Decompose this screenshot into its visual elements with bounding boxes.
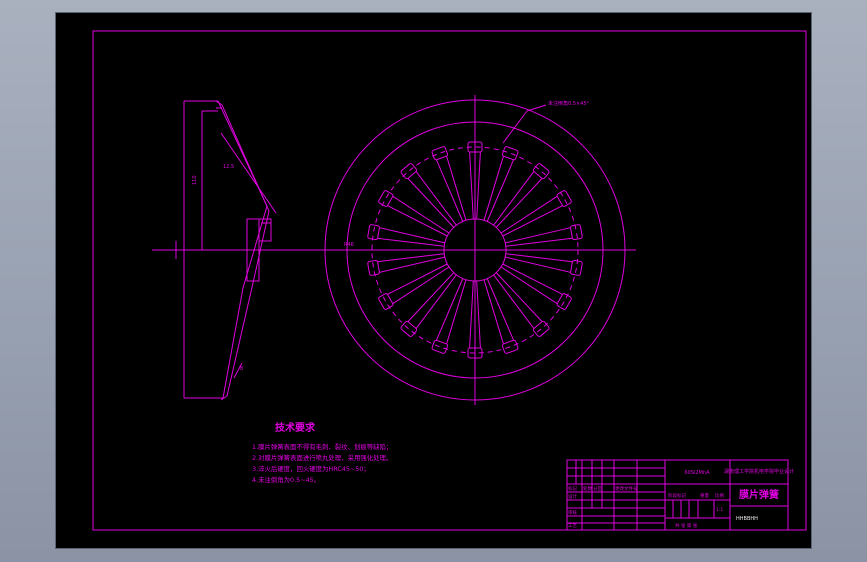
finger-edge [469,280,474,348]
slot-window [431,339,449,354]
tech-req-item-1: 1.膜片弹簧表面不得有毛刺、裂纹、划痕等缺陷； [252,442,392,451]
finger-edge [377,253,445,263]
slot-window [400,320,418,337]
slot-window [400,163,418,180]
slot-window [532,163,550,180]
finger-edge [476,280,481,348]
finger-edge [415,171,457,226]
cad-drawing-canvas: 12.5 110 8 未注倒角0.5×45° R46 技术要求 1.膜片弹簧表面… [92,30,807,531]
finger-edge [500,195,558,234]
title-block: 标记 处数 分区 更改文件号 设计 审核 工艺 60Si2MnA 阶段标记 重量… [566,459,794,531]
tb-mark: 标记 [568,485,577,492]
tb-process: 工艺 [568,523,577,529]
tech-req-title: 技术要求 [275,421,316,434]
finger-edge [436,159,464,222]
slot-window [570,259,583,276]
slot-window [556,190,572,207]
tb-stage-mark: 阶段标记 [668,492,686,499]
side-dim-2: 110 [192,175,198,185]
finger-edge [493,171,535,226]
slot-window [378,190,394,207]
tb-drawing-number: HHBBHH [736,516,758,522]
tb-zone: 分区 [593,485,602,492]
finger-edge [486,159,514,222]
tech-req-item-2: 2.对膜片弹簧表面进行喷丸处理，采用强化处理。 [252,453,392,462]
tb-weight: 重量 [700,492,709,499]
tb-change-doc: 更改文件号 [615,485,638,492]
finger-edge [446,279,467,344]
finger-edge [493,274,535,329]
tb-school: 湖南理工学院机电学院毕业设计 [724,468,794,475]
finger-edge [500,266,558,305]
tb-sheet: 共 张 第 张 [675,522,698,529]
side-view: 12.5 110 8 [152,100,346,401]
finger-edge [505,253,573,263]
side-dim-1: 12.5 [223,164,234,170]
front-view: 未注倒角0.5×45° R46 [317,95,636,405]
tb-count: 处数 [583,485,592,492]
finger-edge [476,152,481,220]
tb-part-name: 膜片弹簧 [739,488,779,501]
finger-edge [415,274,457,329]
slot-window [501,339,519,354]
finger-edge [392,195,450,234]
finger-edge [483,156,504,221]
drawing-sheet: 12.5 110 8 未注倒角0.5×45° R46 技术要求 1.膜片弹簧表面… [56,13,811,548]
finger-edge [436,278,464,341]
technical-requirements: 技术要求 1.膜片弹簧表面不得有毛刺、裂纹、划痕等缺陷； 2.对膜片弹簧表面进行… [252,421,392,484]
finger-edge [446,156,467,221]
slot-window [431,146,449,161]
tb-scale-value: 1:1 [716,507,723,513]
leader-label: 未注倒角0.5×45° [548,100,590,107]
tech-req-item-3: 3.淬火后硬度，回火硬度为HRC45~50； [252,464,370,473]
tb-checker: 审核 [568,509,577,516]
finger-edge [469,152,474,220]
tb-designer: 设计 [568,493,577,500]
finger-edge [505,237,573,247]
finger-edge [486,278,514,341]
drawing-frame [92,30,807,531]
slot-window [556,293,572,310]
tech-req-item-4: 4.未注倒角为0.5~45。 [252,475,320,484]
tb-scale: 比例 [715,492,724,499]
finger-edge [377,237,445,247]
slot-window [501,146,519,161]
slot-window [367,259,380,276]
slot-window [570,224,583,241]
slot-window [378,293,394,310]
finger-edge [483,279,504,344]
finger-edge [392,266,450,305]
tb-material: 60Si2MnA [684,470,710,476]
side-dim-3: 8 [240,366,243,372]
slot-window [367,224,380,241]
front-dim-r: R46 [344,242,354,248]
